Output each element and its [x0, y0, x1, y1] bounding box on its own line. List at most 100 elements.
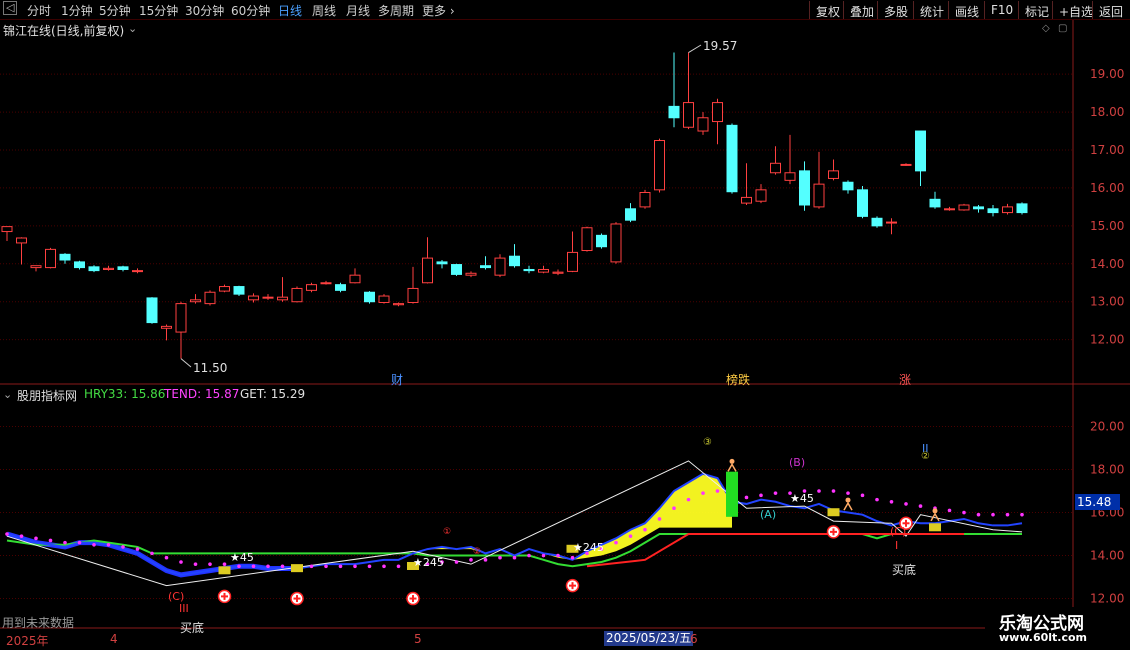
tab-more-label: 更多 [422, 4, 447, 18]
get-label: GET: 15.29 [240, 387, 306, 401]
tend-dot [759, 493, 763, 498]
candle-body [1016, 203, 1028, 214]
back-icon[interactable]: ◁ [3, 1, 18, 15]
main-y-tick-label: 13.00 [1090, 295, 1124, 309]
tab-60min[interactable]: 60分钟 [231, 2, 270, 19]
tab-15min[interactable]: 15分钟 [139, 2, 178, 19]
candle-body [262, 296, 274, 299]
indicator-menu-icon[interactable]: ⌄ [3, 388, 12, 401]
tend-dot [367, 564, 372, 569]
return-button[interactable]: 返回 [1092, 1, 1129, 19]
diamond-icon[interactable]: ◇ [1042, 23, 1050, 34]
chevron-down-icon[interactable]: ⌄ [128, 22, 137, 35]
future-data-note: 用到未来数据 [2, 616, 75, 630]
tend-dot [701, 491, 705, 495]
tend-dot [251, 564, 256, 569]
main-y-tick-label: 16.00 [1090, 181, 1124, 195]
window-icon[interactable]: ▢ [1058, 23, 1067, 34]
candle-body [59, 253, 71, 261]
restore-rights-button[interactable]: 复权 [809, 1, 846, 19]
draw-line-button[interactable]: 画线 [948, 1, 985, 19]
tab-monthly[interactable]: 月线 [346, 2, 370, 19]
candle-body [335, 284, 346, 291]
period-toolbar: ◁ 分时 1分钟 5分钟 15分钟 30分钟 60分钟 日线 周线 月线 多周期… [0, 0, 1130, 20]
tend-dot [875, 497, 879, 502]
tend-dot [63, 540, 67, 545]
tend-dot [353, 564, 357, 569]
star-label-2: ★245 [413, 556, 444, 569]
candle-body [770, 162, 781, 174]
candle-body [132, 270, 143, 273]
candle-body [538, 268, 549, 273]
tend-dot [831, 489, 836, 493]
tend-dot [846, 491, 850, 495]
tend-dot [77, 540, 82, 545]
tab-weekly[interactable]: 周线 [312, 2, 336, 19]
tab-1min[interactable]: 1分钟 [61, 2, 93, 19]
tab-fenshi[interactable]: 分时 [27, 2, 51, 19]
candle-body [813, 183, 825, 208]
tend-dot [744, 495, 749, 500]
date-axis-june: 6 [690, 632, 698, 646]
candle-body [248, 295, 259, 301]
tend-dot [266, 564, 270, 569]
candle-body [929, 198, 941, 208]
candle-body [465, 272, 477, 276]
annotation-b: (B) [789, 456, 806, 469]
candle-body [596, 234, 607, 248]
tend-dot [164, 555, 169, 560]
sub-y-tick-label: 18.00 [1090, 463, 1124, 477]
tab-multi-period[interactable]: 多周期 [378, 2, 414, 19]
hry-label: HRY33: 15.86 [84, 387, 166, 401]
main-y-tick-label: 15.00 [1090, 219, 1124, 233]
candle-body [828, 170, 839, 179]
tend-dot [773, 491, 778, 495]
tab-5min[interactable]: 5分钟 [99, 2, 131, 19]
annotation-i: I [895, 539, 899, 552]
star-label-1: ★45 [230, 551, 254, 564]
tend-dot [541, 553, 546, 558]
tend-dot [817, 489, 821, 493]
tend-dot [614, 540, 618, 545]
tend-dot [92, 542, 96, 547]
kline-chart[interactable]: 12.00 13.00 14.00 15.00 16.00 17.00 18.00 19.00… [0, 0, 1130, 650]
multi-stock-button[interactable]: 多股 [877, 1, 914, 19]
tend-dot [1020, 512, 1024, 517]
candle-body [944, 208, 955, 211]
event-tag-rank[interactable]: 榜跌 [726, 371, 750, 388]
tab-daily[interactable]: 日线 [278, 2, 302, 19]
statistics-button[interactable]: 统计 [913, 1, 950, 19]
event-tag-finance[interactable]: 财 [391, 371, 403, 388]
tend-dot [918, 504, 923, 508]
mark-button[interactable]: 标记 [1018, 1, 1055, 19]
tend-dot [1005, 512, 1010, 517]
candle-body [712, 102, 723, 123]
candle-body [480, 265, 491, 269]
tend-dot [904, 502, 908, 506]
tend-dot [121, 545, 125, 549]
tend-dot [135, 547, 140, 551]
tend-dot [643, 527, 647, 532]
tab-30min[interactable]: 30分钟 [185, 2, 224, 19]
f10-button[interactable]: F10 [984, 1, 1019, 19]
date-axis-may: 5 [414, 632, 422, 646]
star-label-4: ★45 [790, 492, 814, 505]
date-axis-year: 2025年 [6, 634, 49, 648]
tend-value: 15.87 [205, 387, 240, 401]
candle-body [900, 163, 912, 166]
tend-dot [556, 553, 560, 558]
tab-more[interactable]: 更多 › [422, 2, 455, 19]
high-pointer [688, 44, 702, 53]
overlay-button[interactable]: 叠加 [843, 1, 880, 19]
candle-body [74, 261, 85, 269]
candle-body [45, 248, 56, 269]
yellow-signal-block [929, 523, 941, 532]
candle-body [16, 237, 27, 244]
candle-body [103, 267, 114, 270]
tend-dot [150, 551, 154, 556]
tend-dot [962, 510, 966, 515]
candle-body [799, 170, 810, 206]
event-tag-rise[interactable]: 涨 [899, 371, 911, 388]
figure-body-icon [727, 462, 737, 472]
candle-body [349, 274, 361, 284]
